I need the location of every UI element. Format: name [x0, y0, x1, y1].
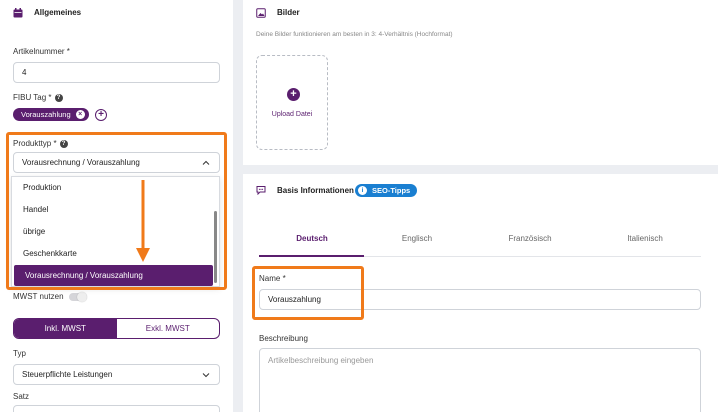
satz-label: Satz [13, 392, 30, 401]
upload-label: Upload Datei [271, 111, 313, 118]
inkl-mwst-button[interactable]: Inkl. MWST [14, 319, 117, 338]
seo-tips-badge[interactable]: i SEO-Tipps [355, 184, 417, 197]
exkl-mwst-button[interactable]: Exkl. MWST [117, 319, 220, 338]
tab-franzoesisch[interactable]: Französisch [490, 234, 570, 243]
image-icon [256, 8, 266, 18]
fibu-tag-chip-label: Vorauszahlung [21, 110, 71, 119]
images-panel: Bilder Deine Bilder funktionieren am bes… [243, 0, 718, 165]
chevron-down-icon [202, 373, 210, 378]
section-title-allgemeines: Allgemeines [34, 8, 82, 17]
tab-deutsch[interactable]: Deutsch [272, 234, 352, 243]
add-tag-button[interactable]: + [95, 109, 107, 121]
beschreibung-label: Beschreibung [259, 334, 308, 343]
artikelnummer-label: Artikelnummer * [13, 47, 70, 56]
fibu-tag-chip: Vorauszahlung × [13, 108, 89, 121]
remove-chip-icon[interactable]: × [75, 110, 85, 119]
satz-select[interactable] [13, 405, 220, 412]
info-icon: i [358, 186, 367, 195]
calendar-icon [13, 8, 23, 18]
highlight-box-name [252, 266, 364, 320]
section-title-bilder: Bilder [277, 8, 300, 17]
tab-englisch[interactable]: Englisch [377, 234, 457, 243]
active-tab-indicator [259, 255, 364, 257]
typ-label: Typ [13, 349, 26, 358]
highlight-box-produkttyp [6, 132, 227, 290]
fibu-tag-label-text: FIBU Tag * [13, 93, 52, 102]
mwst-mode-segmented: Inkl. MWST Exkl. MWST [13, 318, 220, 339]
tab-italienisch[interactable]: Italienisch [605, 234, 685, 243]
upload-dropzone[interactable]: + Upload Datei [256, 55, 328, 150]
arrow-down-annotation [136, 180, 150, 262]
fibu-tag-label: FIBU Tag *? [13, 93, 63, 102]
seo-tips-label: SEO-Tipps [372, 186, 411, 195]
mwst-nutzen-label: MWST nutzen [13, 292, 64, 301]
image-hint: Deine Bilder funktionieren am besten in … [256, 31, 453, 38]
chat-icon [256, 186, 266, 195]
artikelnummer-input[interactable]: 4 [13, 62, 220, 83]
mwst-nutzen-toggle[interactable] [69, 292, 87, 302]
typ-select[interactable]: Steuerpflichte Leistungen [13, 364, 220, 385]
typ-select-value: Steuerpflichte Leistungen [22, 370, 113, 379]
help-icon[interactable]: ? [54, 93, 63, 102]
beschreibung-textarea[interactable]: Artikelbeschreibung eingeben [259, 348, 701, 412]
section-title-basis: Basis Informationen [277, 186, 354, 195]
plus-icon: + [287, 88, 300, 101]
